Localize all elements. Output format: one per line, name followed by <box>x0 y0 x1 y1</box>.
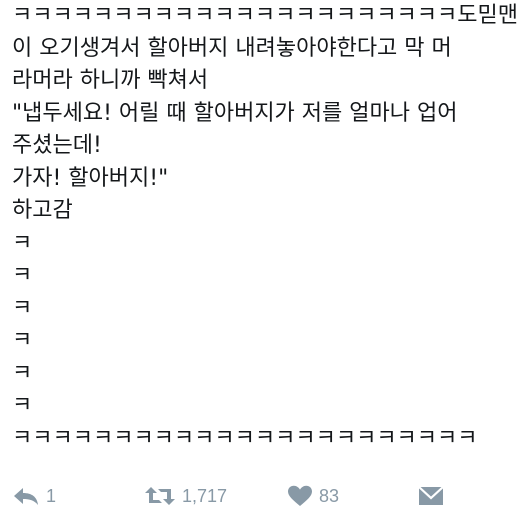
tweet-line: ㅋ <box>12 393 33 418</box>
retweet-icon <box>144 485 176 507</box>
like-count: 83 <box>319 485 340 506</box>
tweet-line: ㅋ <box>12 263 33 288</box>
retweet-button[interactable]: 1,717 <box>144 478 227 514</box>
envelope-icon <box>417 485 445 507</box>
reply-button[interactable]: 1 <box>12 478 56 514</box>
tweet-line: ㅋㅋㅋㅋㅋㅋㅋㅋㅋㅋㅋㅋㅋㅋㅋㅋㅋㅋㅋㅋㅋㅋ도믿맨 <box>12 3 519 28</box>
tweet-text: ㅋㅋㅋㅋㅋㅋㅋㅋㅋㅋㅋㅋㅋㅋㅋㅋㅋㅋㅋㅋㅋㅋ도믿맨 이 오기생겨서 할아버지 내… <box>12 0 519 455</box>
tweet-line: ㅋ <box>12 295 33 321</box>
tweet-line: ㅋ <box>12 328 33 353</box>
heart-icon <box>287 485 313 507</box>
tweet-line: ㅋ <box>12 360 33 386</box>
direct-message-button[interactable] <box>417 478 445 514</box>
tweet-line: 이 오기생겨서 할아버지 내려놓아야한다고 막 머 <box>12 35 452 61</box>
tweet-line: 가자! 할아버지!" <box>12 165 169 191</box>
tweet-line: 하고감 <box>12 198 73 223</box>
tweet-line: ㅋㅋㅋㅋㅋㅋㅋㅋㅋㅋㅋㅋㅋㅋㅋㅋㅋㅋㅋㅋㅋㅋㅋ <box>12 425 478 451</box>
tweet-line: 라머라 하니까 빡쳐서 <box>12 68 209 93</box>
like-button[interactable]: 83 <box>287 478 339 514</box>
tweet-line: "냅두세요! 어릴 때 할아버지가 저를 얼마나 업어 <box>12 100 458 126</box>
tweet-line: ㅋ <box>12 230 33 256</box>
tweet-actions: 1 1,717 83 <box>0 478 527 514</box>
reply-count: 1 <box>46 485 57 506</box>
reply-icon <box>12 485 40 507</box>
tweet-line: 주셨는데! <box>12 133 102 158</box>
retweet-count: 1,717 <box>182 485 228 506</box>
